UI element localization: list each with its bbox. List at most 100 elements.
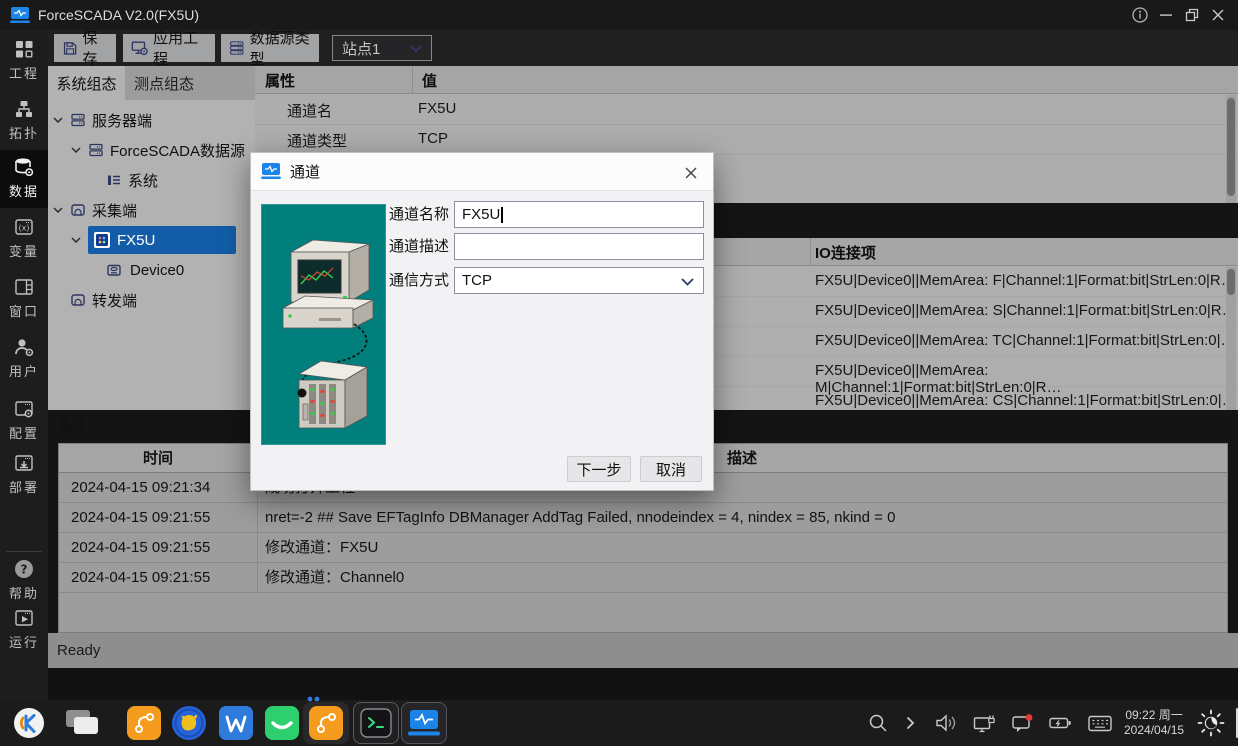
night-mode-button[interactable] <box>1196 708 1226 738</box>
display-cast-button[interactable] <box>973 713 995 733</box>
save-icon <box>62 39 77 57</box>
topology-icon <box>13 98 35 120</box>
input-method-button[interactable] <box>1088 715 1112 732</box>
sidebar-item-help[interactable]: ? 帮助 <box>0 558 48 604</box>
sidebar-item-windows[interactable]: 窗口 <box>0 276 48 322</box>
taskbar-clock[interactable]: 09:22 周一 2024/04/15 <box>1124 708 1184 738</box>
restore-icon <box>1183 6 1201 24</box>
list-icon <box>106 172 122 188</box>
col-time-header[interactable]: 时间 <box>59 444 257 472</box>
channel-name-input[interactable]: FX5U <box>454 201 704 228</box>
comm-mode-label: 通信方式 <box>389 267 451 294</box>
datasource-type-button[interactable]: 数据源类型 <box>221 34 319 62</box>
chevron-down-icon <box>681 278 694 286</box>
dialog-title-bar[interactable]: 通道 <box>251 153 713 191</box>
sidebar-item-topology[interactable]: 拓扑 <box>0 98 48 144</box>
info-button[interactable] <box>1128 3 1152 27</box>
text-caret <box>501 207 503 223</box>
tree-item-forwarder[interactable]: 转发端 <box>48 285 255 315</box>
taskbar: 09:22 周一 2024/04/15 <box>0 700 1238 746</box>
taskbar-app-terminal[interactable] <box>353 702 399 744</box>
channel-name-value: FX5U <box>462 206 500 223</box>
event-row[interactable]: 2024-04-15 09:21:55 修改通道：Channel0 <box>59 563 1227 593</box>
minimize-button[interactable] <box>1154 3 1178 27</box>
prop-value: TCP <box>418 130 448 147</box>
power-button[interactable] <box>1049 715 1072 731</box>
window-icon <box>13 276 35 298</box>
taskbar-app-forcescada[interactable] <box>401 702 447 744</box>
chevron-down-icon[interactable] <box>53 207 63 213</box>
column-divider[interactable] <box>810 238 811 266</box>
taskbar-app-store[interactable] <box>265 706 299 740</box>
tree-item-fx5u[interactable]: FX5U <box>48 225 255 255</box>
col-attr-header: 属性 <box>265 70 295 91</box>
tree-item-system[interactable]: 系统 <box>48 165 255 195</box>
event-desc: nret=-2 ## Save EFTagInfo DBManager AddT… <box>257 503 1227 532</box>
notifications-button[interactable] <box>1011 713 1033 733</box>
io-scrollbar[interactable] <box>1226 267 1236 410</box>
taskbar-app-git-orange[interactable] <box>127 706 161 740</box>
tab-system-config[interactable]: 系统组态 <box>48 66 125 100</box>
cancel-button[interactable]: 取消 <box>640 456 702 482</box>
sidebar-item-users[interactable]: 用户 <box>0 336 48 382</box>
event-row[interactable]: 2024-04-15 09:21:55 修改通道：FX5U <box>59 533 1227 563</box>
sidebar-item-variables[interactable]: (x) 变量 <box>0 216 48 262</box>
channel-name-label: 通道名称 <box>389 201 451 228</box>
launcher-button[interactable] <box>13 707 45 739</box>
tree-panel: 系统组态 测点组态 服务器端 ForceSCADA数据源 系统 采集端 FX5U <box>48 66 255 410</box>
minimize-icon <box>1157 6 1175 24</box>
prop-value: FX5U <box>418 100 456 117</box>
station-select-value: 站点1 <box>342 38 380 59</box>
sidebar-item-data[interactable]: 数据 <box>0 156 48 202</box>
property-row[interactable]: 通道类型 TCP <box>255 125 1238 155</box>
tab-point-config[interactable]: 测点组态 <box>125 66 203 100</box>
search-icon <box>868 713 888 733</box>
next-button[interactable]: 下一步 <box>567 456 631 482</box>
tab-label: 测点组态 <box>134 73 194 94</box>
apply-project-button[interactable]: 应用工程 <box>123 34 215 62</box>
tree-label: 采集端 <box>92 200 137 221</box>
tree-item-collector[interactable]: 采集端 <box>48 195 255 225</box>
status-text: Ready <box>57 642 100 659</box>
task-view-button[interactable] <box>64 708 100 738</box>
station-select[interactable]: 站点1 <box>332 35 432 61</box>
tree-label: Device0 <box>130 262 184 279</box>
search-button[interactable] <box>868 713 888 733</box>
sidebar-item-config[interactable]: 配置 <box>0 398 48 444</box>
property-scrollbar-thumb[interactable] <box>1227 98 1235 196</box>
save-button[interactable]: 保存 <box>54 34 116 62</box>
property-scrollbar[interactable] <box>1226 95 1236 203</box>
taskbar-app-browser[interactable] <box>171 705 207 741</box>
event-row[interactable]: 2024-04-15 09:21:55 nret=-2 ## Save EFTa… <box>59 503 1227 533</box>
taskbar-app-git-running[interactable] <box>303 702 349 744</box>
close-button[interactable] <box>1206 3 1230 27</box>
restore-button[interactable] <box>1180 3 1204 27</box>
tree-item-fx5u-selected[interactable]: FX5U <box>88 226 236 254</box>
sidebar-label: 拓扑 <box>9 123 39 142</box>
sidebar-item-run[interactable]: 运行 <box>0 607 48 653</box>
comm-mode-select[interactable]: TCP <box>454 267 704 294</box>
sidebar-label: 数据 <box>9 181 39 200</box>
chevron-down-icon[interactable] <box>53 117 63 123</box>
datasource-type-label: 数据源类型 <box>250 27 311 69</box>
chevron-down-icon[interactable] <box>71 237 81 243</box>
io-scrollbar-thumb[interactable] <box>1227 269 1235 295</box>
sidebar-item-deploy[interactable]: 部署 <box>0 452 48 498</box>
terminal-icon <box>360 708 392 738</box>
taskbar-app-wps[interactable] <box>219 706 253 740</box>
tree-item-forcescada-datasource[interactable]: ForceSCADA数据源 <box>48 135 255 165</box>
volume-button[interactable] <box>935 714 957 732</box>
comm-mode-value: TCP <box>462 272 492 289</box>
column-divider[interactable] <box>412 66 413 94</box>
channel-desc-input[interactable] <box>454 233 704 260</box>
launcher-icon <box>13 707 45 739</box>
property-row[interactable]: 通道名 FX5U <box>255 95 1238 125</box>
sidebar-item-project[interactable]: 工程 <box>0 38 48 84</box>
wizard-computer-illustration <box>261 204 386 445</box>
tray-expand-button[interactable] <box>906 716 915 730</box>
tree-item-server[interactable]: 服务器端 <box>48 105 255 135</box>
tree-item-device0[interactable]: Device0 <box>48 255 255 285</box>
event-desc: 修改通道：FX5U <box>257 533 1227 562</box>
chevron-down-icon[interactable] <box>71 147 81 153</box>
dialog-close-button[interactable] <box>679 161 703 185</box>
